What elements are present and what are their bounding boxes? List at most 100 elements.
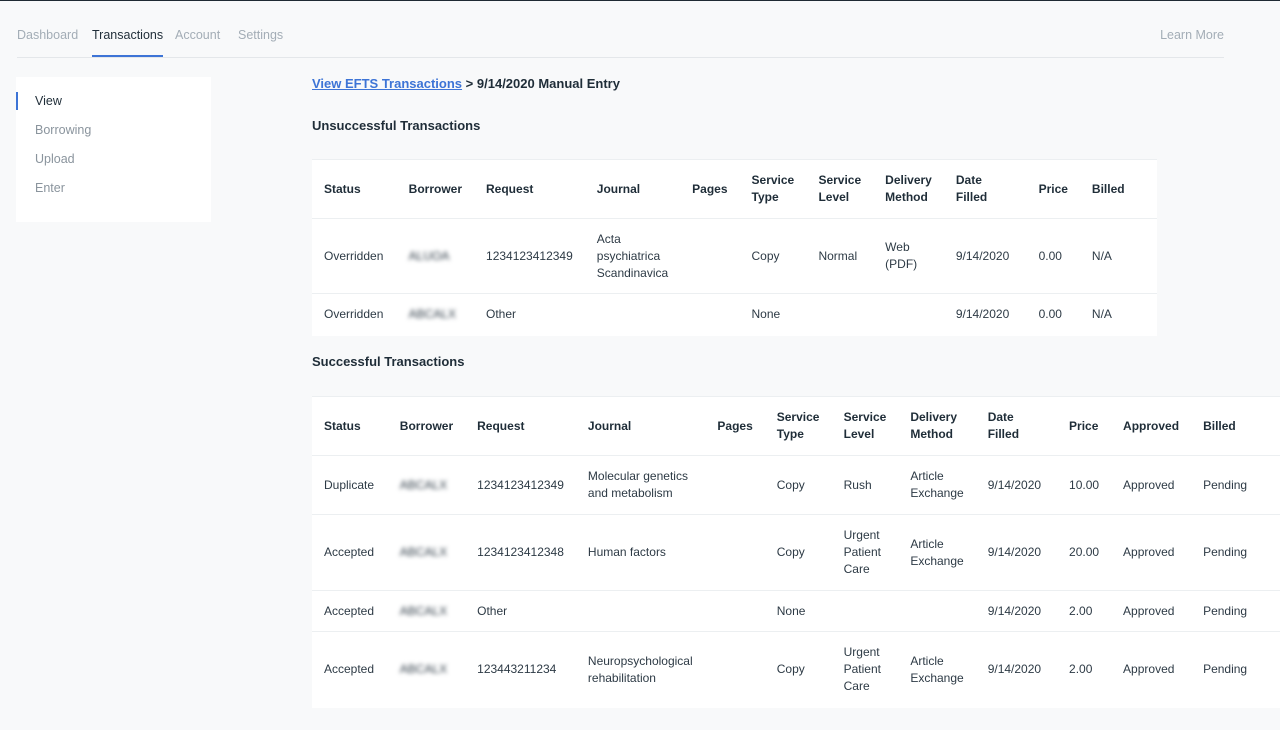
unsuccessful-title: Unsuccessful Transactions <box>312 118 481 133</box>
col-price: Price <box>1057 396 1112 456</box>
service-level-cell <box>831 590 899 632</box>
delivery-method-cell <box>898 590 976 632</box>
delivery-method-cell: Article Exchange <box>898 455 976 515</box>
price-cell: 0.00 <box>1026 218 1080 294</box>
col-borrower: Borrower <box>387 396 466 456</box>
billed-cell: N/A <box>1079 293 1157 336</box>
table-row: Accepted ABCALX Other None 9/14/2020 2.0… <box>312 590 1280 632</box>
table-row: Overridden ABCALX Other None 9/14/2020 0… <box>312 293 1157 336</box>
tab-settings[interactable]: Settings <box>238 28 283 55</box>
table-header-row: Status Borrower Request Journal Pages Se… <box>312 159 1157 219</box>
tab-dashboard[interactable]: Dashboard <box>17 28 78 55</box>
journal-cell <box>584 293 681 336</box>
service-type-cell: Copy <box>764 631 832 708</box>
sidebar: View Borrowing Upload Enter <box>16 77 211 222</box>
service-type-cell: Copy <box>739 218 807 294</box>
col-billed: Billed <box>1079 159 1157 219</box>
delivery-method-cell: Web (PDF) <box>873 218 944 294</box>
learn-more-link[interactable]: Learn More <box>1160 28 1224 42</box>
sidebar-item-view[interactable]: View <box>16 92 211 110</box>
breadcrumb: View EFTS Transactions > 9/14/2020 Manua… <box>312 76 620 91</box>
col-request: Request <box>474 159 585 219</box>
pages-cell <box>705 514 765 591</box>
col-request: Request <box>465 396 576 456</box>
service-type-cell: None <box>739 293 807 336</box>
delivery-method-cell <box>873 293 944 336</box>
top-nav: Dashboard Transactions Account Settings … <box>17 1 1224 58</box>
col-journal: Journal <box>575 396 706 456</box>
service-level-cell: Urgent Patient Care <box>831 514 899 591</box>
col-status: Status <box>312 159 397 219</box>
col-journal: Journal <box>584 159 681 219</box>
journal-cell: Acta psychiatrica Scandinavica <box>584 218 681 294</box>
table-row: Accepted ABCALX 123443211234 Neuropsycho… <box>312 631 1280 708</box>
price-cell: 2.00 <box>1057 631 1112 708</box>
breadcrumb-current: 9/14/2020 Manual Entry <box>476 76 620 91</box>
approved-cell: Approved <box>1111 631 1192 708</box>
borrower-cell: ABCALX <box>396 293 475 336</box>
service-level-cell: Urgent Patient Care <box>831 631 899 708</box>
service-type-cell: None <box>764 590 832 632</box>
col-billed: Billed <box>1191 396 1280 456</box>
service-level-cell: Normal <box>806 218 874 294</box>
price-cell: 20.00 <box>1057 514 1112 591</box>
col-pages: Pages <box>705 396 765 456</box>
date-filled-cell: 9/14/2020 <box>975 631 1058 708</box>
price-cell: 2.00 <box>1057 590 1112 632</box>
borrower-cell: ABCALX <box>387 590 466 632</box>
request-cell: Other <box>474 293 585 336</box>
delivery-method-cell: Article Exchange <box>898 631 976 708</box>
date-filled-cell: 9/14/2020 <box>975 455 1058 515</box>
col-approved: Approved <box>1111 396 1192 456</box>
pages-cell <box>680 293 740 336</box>
tab-account[interactable]: Account <box>175 28 220 55</box>
breadcrumb-link-view-efts[interactable]: View EFTS Transactions <box>312 76 462 91</box>
approved-cell: Approved <box>1111 514 1192 591</box>
col-date-filled: Date Filled <box>975 396 1058 456</box>
successful-title: Successful Transactions <box>312 354 465 369</box>
status-cell: Accepted <box>312 590 388 632</box>
col-delivery-method: Delivery Method <box>873 159 944 219</box>
journal-cell <box>575 590 706 632</box>
col-status: Status <box>312 396 388 456</box>
sidebar-item-upload[interactable]: Upload <box>16 150 211 168</box>
table-header-row: Status Borrower Request Journal Pages Se… <box>312 396 1280 456</box>
status-cell: Overridden <box>312 218 397 294</box>
service-level-cell <box>806 293 874 336</box>
col-date-filled: Date Filled <box>943 159 1027 219</box>
col-service-level: Service Level <box>806 159 874 219</box>
col-service-type: Service Type <box>764 396 832 456</box>
approved-cell: Approved <box>1111 455 1192 515</box>
price-cell: 0.00 <box>1026 293 1080 336</box>
breadcrumb-separator: > <box>465 76 474 91</box>
billed-cell: Pending <box>1191 590 1280 632</box>
pages-cell <box>680 218 740 294</box>
col-service-level: Service Level <box>831 396 899 456</box>
borrower-cell: ALUOA <box>396 218 475 294</box>
date-filled-cell: 9/14/2020 <box>975 590 1058 632</box>
table-row: Duplicate ABCALX 1234123412349 Molecular… <box>312 455 1280 515</box>
journal-cell: Neuropsychological rehabilitation <box>575 631 706 708</box>
journal-cell: Molecular genetics and metabolism <box>575 455 706 515</box>
request-cell: Other <box>465 590 576 632</box>
billed-cell: N/A <box>1079 218 1157 294</box>
service-level-cell: Rush <box>831 455 899 515</box>
sidebar-item-borrowing[interactable]: Borrowing <box>16 121 211 139</box>
sidebar-item-enter[interactable]: Enter <box>16 179 211 197</box>
date-filled-cell: 9/14/2020 <box>943 293 1027 336</box>
table-row: Accepted ABCALX 1234123412348 Human fact… <box>312 514 1280 591</box>
col-service-type: Service Type <box>739 159 807 219</box>
pages-cell <box>705 631 765 708</box>
col-price: Price <box>1026 159 1080 219</box>
tab-transactions[interactable]: Transactions <box>92 28 164 57</box>
status-cell: Accepted <box>312 514 388 591</box>
request-cell: 123443211234 <box>465 631 576 708</box>
delivery-method-cell: Article Exchange <box>898 514 976 591</box>
billed-cell: Pending <box>1191 514 1280 591</box>
date-filled-cell: 9/14/2020 <box>975 514 1058 591</box>
service-type-cell: Copy <box>764 455 832 515</box>
journal-cell: Human factors <box>575 514 706 591</box>
col-borrower: Borrower <box>396 159 475 219</box>
billed-cell: Pending <box>1191 455 1280 515</box>
status-cell: Duplicate <box>312 455 388 515</box>
